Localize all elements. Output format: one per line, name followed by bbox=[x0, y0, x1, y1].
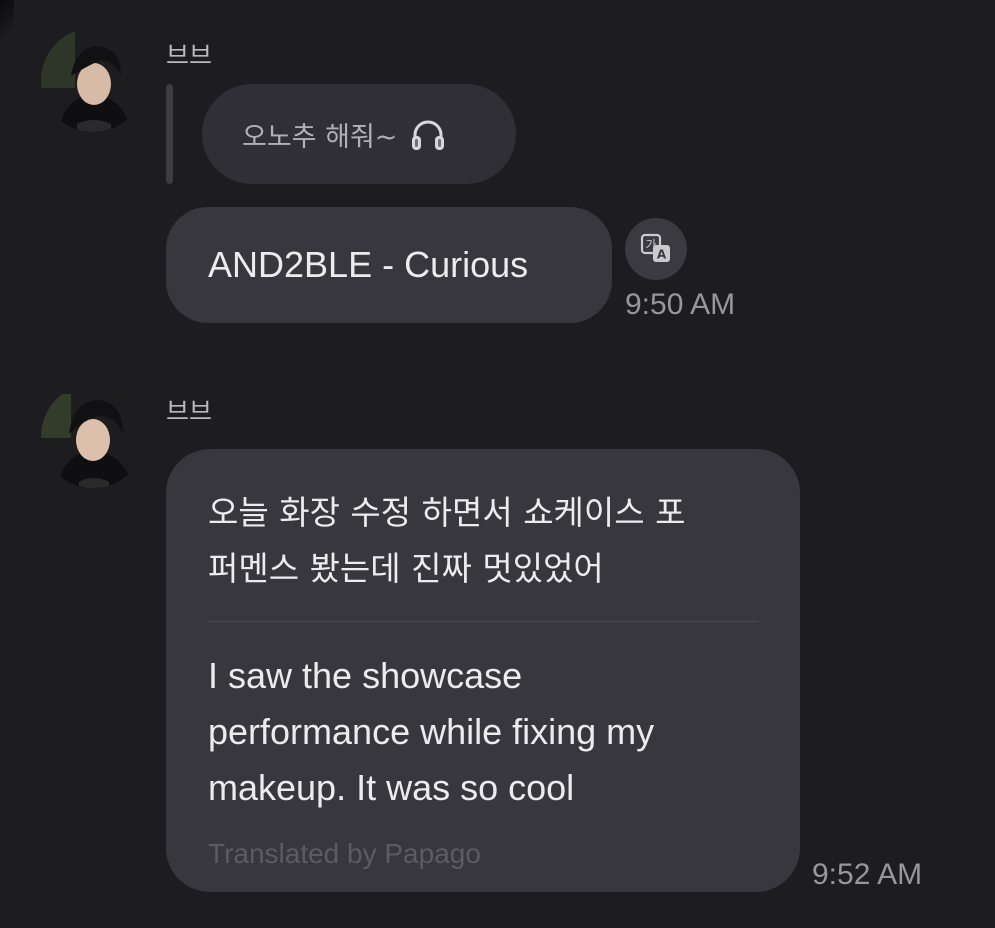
translated-message-text: I saw the showcase performance while fix… bbox=[208, 655, 655, 808]
quoted-reply-bubble[interactable]: 오노추 해줘~ bbox=[202, 84, 516, 184]
profile-photo bbox=[41, 384, 145, 488]
headphones-icon bbox=[409, 115, 447, 153]
original-message-text: 오늘 화장 수정 하면서 쇼케이스 포 퍼멘스 봤는데 진짜 멋있었어 bbox=[208, 493, 686, 588]
translation-credit: Translated by Papago bbox=[208, 838, 481, 869]
translated-message-bubble[interactable]: 오늘 화장 수정 하면서 쇼케이스 포 퍼멘스 봤는데 진짜 멋있었어 I sa… bbox=[166, 449, 800, 892]
sender-name: 브브 bbox=[166, 41, 213, 70]
quoted-reply-text: 오노추 해줘~ bbox=[242, 121, 398, 153]
svg-text:A: A bbox=[657, 248, 667, 262]
screen-corner-shadow bbox=[0, 0, 14, 40]
sender-avatar[interactable] bbox=[41, 384, 145, 488]
translation-divider bbox=[208, 621, 758, 622]
message-text: AND2BLE - Curious bbox=[208, 244, 529, 285]
message-bubble[interactable]: AND2BLE - Curious bbox=[166, 207, 612, 323]
message-timestamp: 9:50 AM bbox=[625, 288, 736, 321]
sender-name: 브브 bbox=[166, 397, 213, 426]
message-timestamp: 9:52 AM bbox=[812, 858, 923, 891]
translate-icon: 가 A bbox=[640, 233, 670, 262]
profile-photo bbox=[41, 28, 145, 132]
reply-indicator-bar bbox=[166, 84, 173, 184]
translate-button[interactable]: 가 A bbox=[625, 218, 687, 280]
sender-avatar[interactable] bbox=[41, 28, 145, 132]
